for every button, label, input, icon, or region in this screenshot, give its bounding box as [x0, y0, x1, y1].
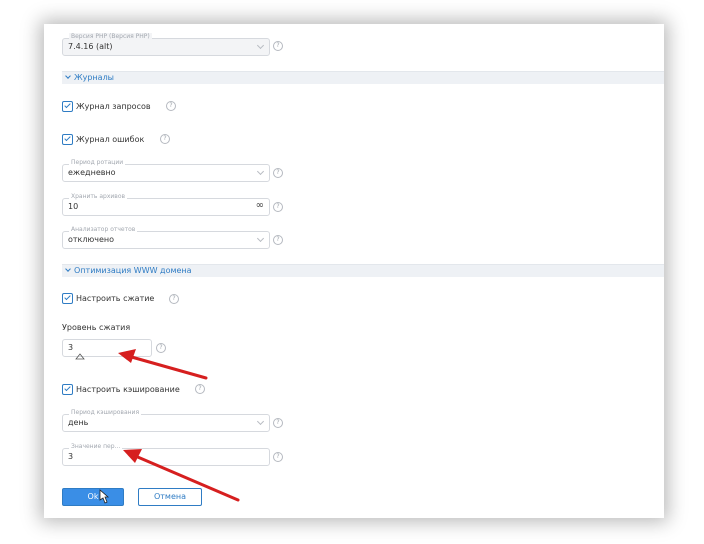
mouse-cursor-icon: [99, 489, 110, 504]
annotation-arrow: [123, 449, 240, 502]
text-cursor-icon: [75, 353, 85, 360]
annotation-overlay: [75, 349, 240, 504]
annotation-arrow: [118, 349, 208, 380]
